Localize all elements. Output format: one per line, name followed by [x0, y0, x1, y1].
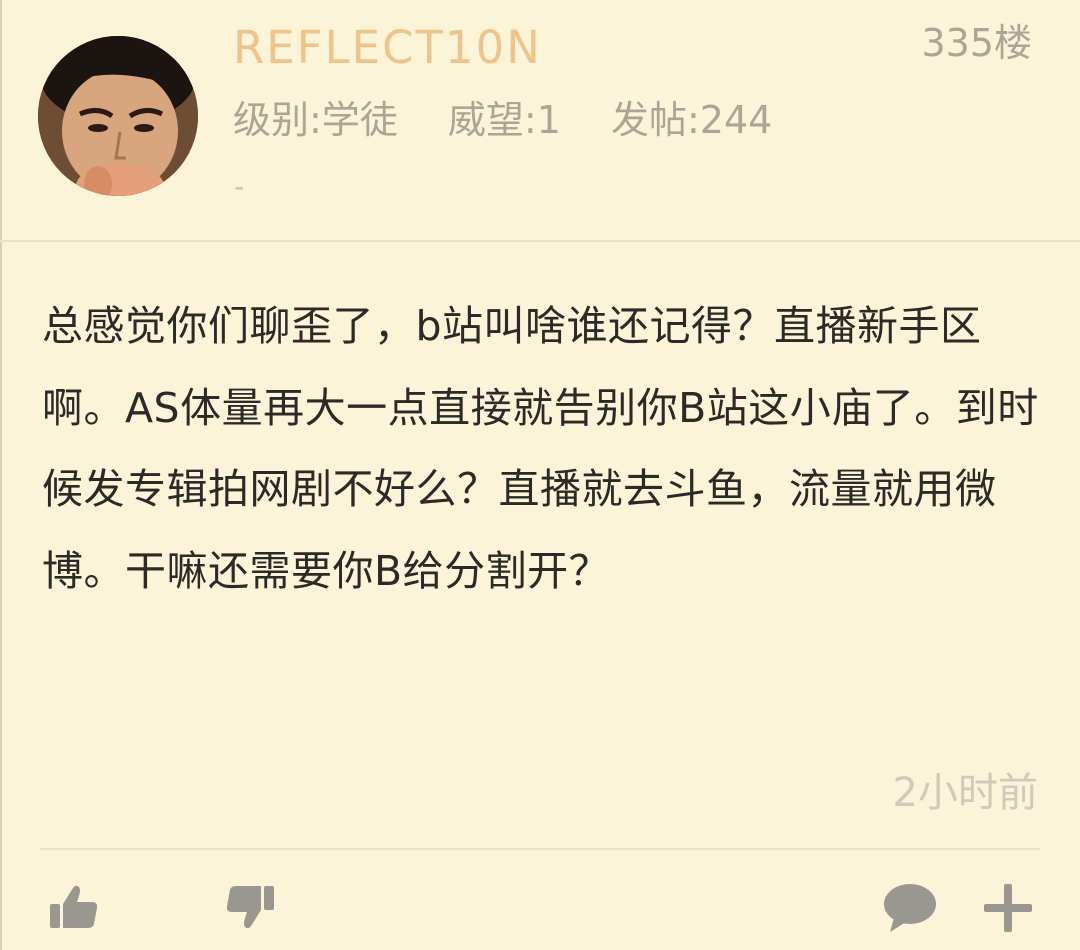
username[interactable]: REFLECT10N: [233, 22, 542, 74]
author-prestige: 威望:1: [447, 98, 561, 142]
author-level: 级别:学徒: [233, 98, 398, 142]
author-meta: 级别:学徒 威望:1 发帖:244: [233, 96, 772, 144]
thumbs-down-icon: [226, 886, 274, 929]
post-timestamp: 2小时前: [892, 770, 1038, 816]
avatar[interactable]: [38, 36, 198, 196]
comment-bubble-icon: [884, 884, 936, 932]
avatar-image: [38, 36, 198, 196]
comment-button[interactable]: [880, 878, 940, 938]
plus-icon: [984, 884, 1032, 932]
left-border: [0, 0, 2, 950]
post-content: 总感觉你们聊歪了，b站叫啥谁还记得？直播新手区啊。AS体量再大一点直接就告别你B…: [42, 302, 1039, 595]
dislike-button[interactable]: [220, 878, 280, 938]
post-card: REFLECT10N 335楼 级别:学徒 威望:1 发帖:244 - 总感觉你…: [0, 0, 1080, 950]
footer-divider: [40, 848, 1040, 850]
author-signature: -: [234, 170, 245, 203]
like-button[interactable]: [44, 878, 104, 938]
thumbs-up-icon: [50, 885, 98, 928]
header-divider: [0, 240, 1080, 242]
author-post-count: 发帖:244: [610, 98, 773, 142]
more-button[interactable]: [978, 878, 1038, 938]
floor-number: 335楼: [921, 21, 1032, 65]
